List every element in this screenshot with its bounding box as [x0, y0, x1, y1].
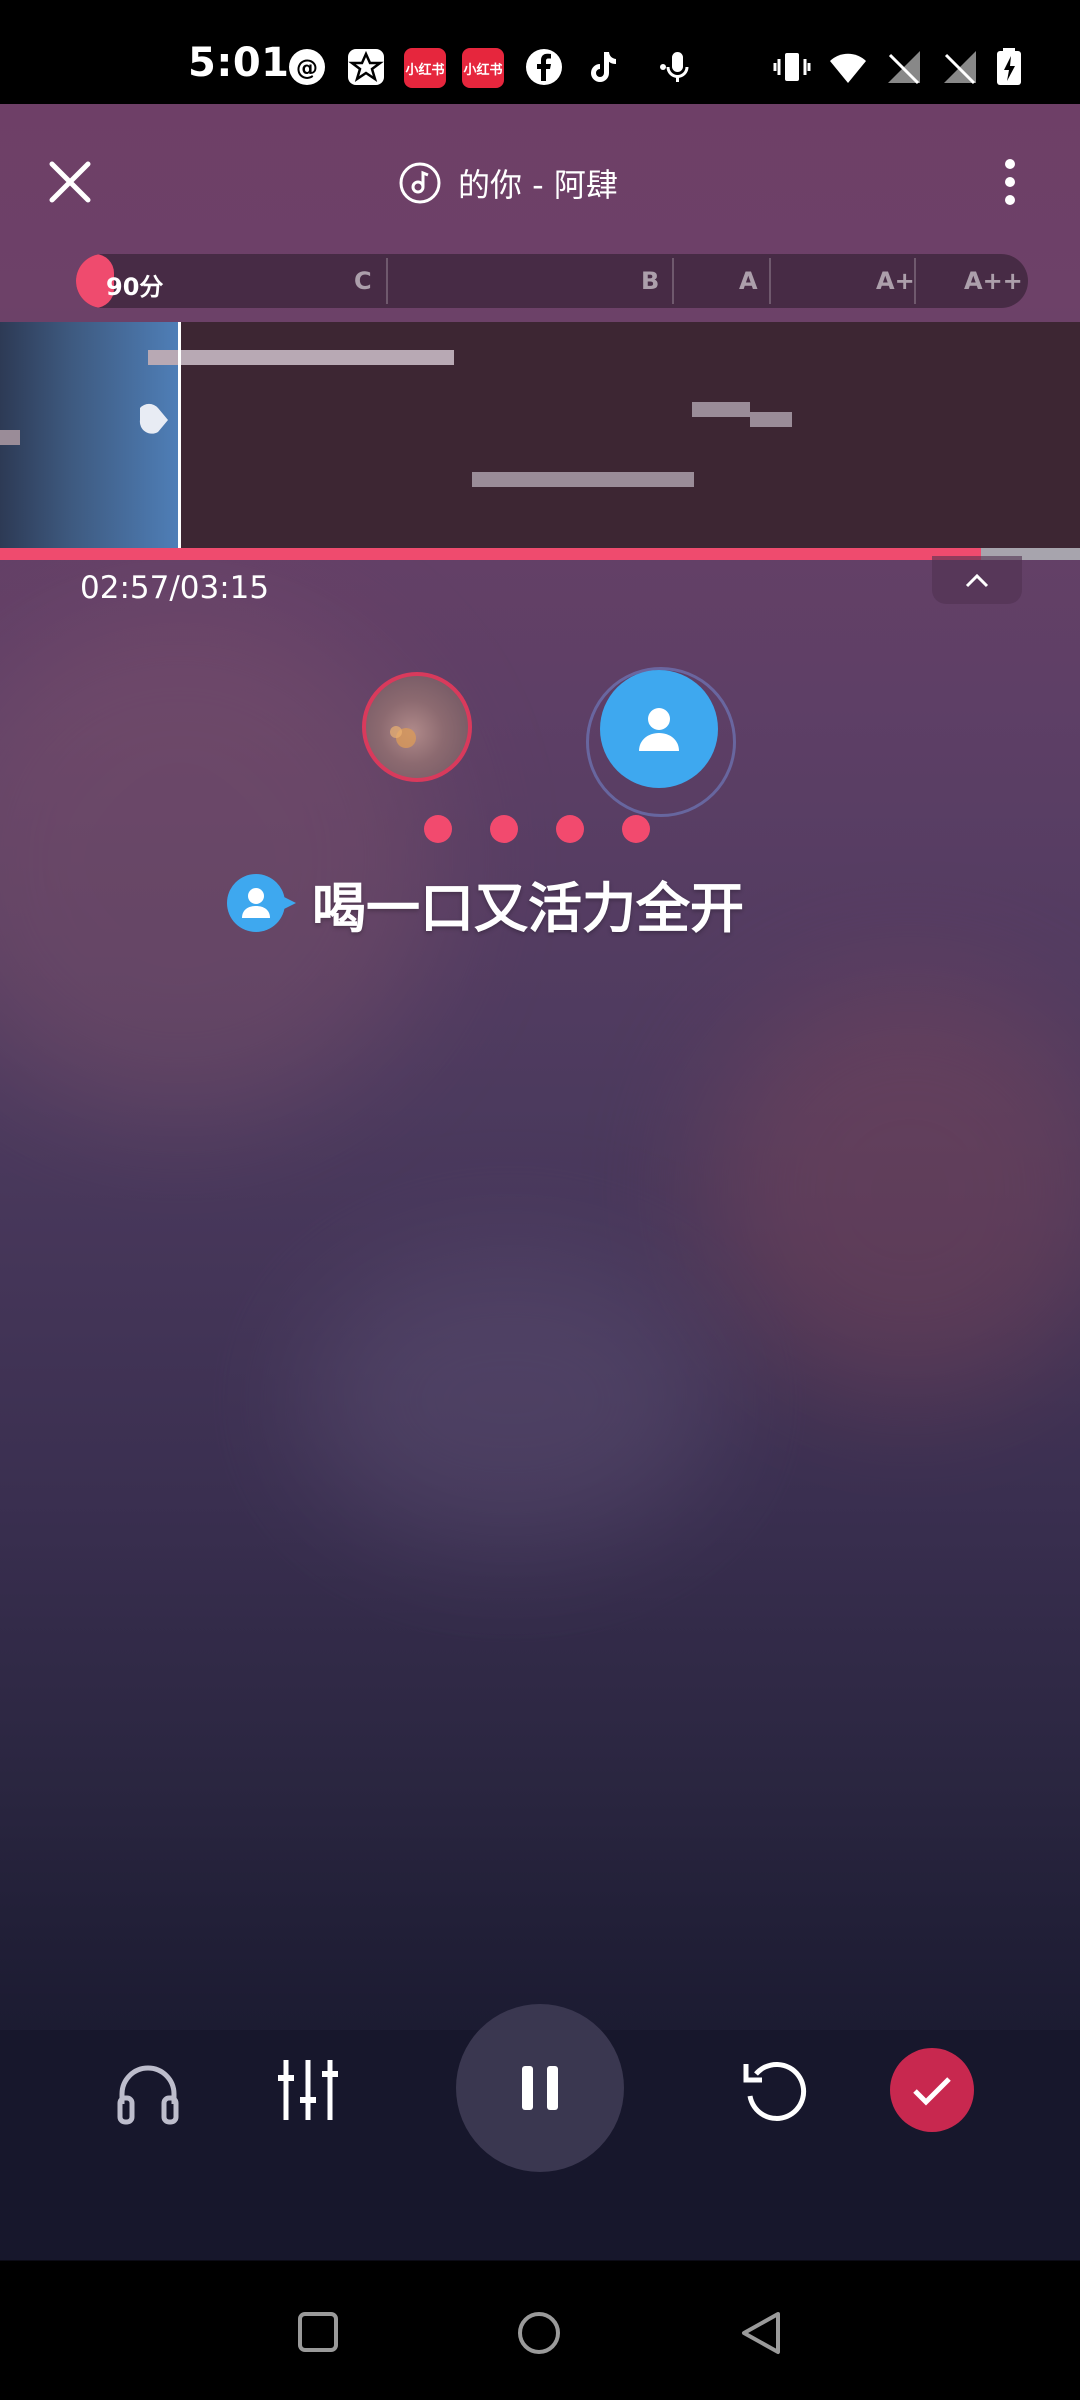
tiktok-icon	[591, 52, 616, 82]
vibrate-icon	[773, 53, 811, 81]
pitch-note	[692, 402, 750, 417]
song-title: 的你 - 阿肆	[458, 166, 618, 204]
threads-icon: @	[289, 49, 325, 85]
svg-text:@: @	[296, 56, 318, 81]
xiaohongshu-icon: 小红书	[404, 48, 446, 88]
score-value: 90分	[106, 273, 164, 301]
pitch-cursor-icon	[139, 403, 168, 434]
status-time: 5:01	[188, 40, 290, 86]
countdown-dot	[556, 815, 584, 843]
song-progress-fill	[0, 548, 981, 560]
grade-b: B	[641, 267, 660, 295]
playback-time: 02:57/03:15	[80, 570, 270, 606]
avatar-image	[390, 726, 416, 748]
song-progress-bar[interactable]	[0, 548, 1080, 560]
xiaohongshu-icon-2: 小红书	[462, 48, 504, 88]
countdown-dot	[490, 815, 518, 843]
finish-button[interactable]	[890, 2048, 974, 2132]
pause-button[interactable]	[456, 2004, 624, 2172]
grade-divider	[672, 258, 674, 304]
chevron-up-icon	[965, 573, 989, 588]
countdown-dots	[424, 815, 650, 843]
status-bar: 5:01 @ 小红书 小红书	[0, 0, 1080, 104]
pitch-note	[472, 472, 694, 487]
system-nav-bar	[0, 2262, 1080, 2400]
grade-c: C	[354, 267, 372, 295]
grade-divider	[914, 258, 916, 304]
lyric-line: 喝一口又活力全开	[226, 868, 744, 940]
signal-icon-2	[944, 51, 976, 85]
grade-divider	[769, 258, 771, 304]
score-bar: 90分 C B A A+ A++	[76, 254, 1028, 308]
headphones-icon[interactable]	[112, 2056, 184, 2128]
grade-a: A	[739, 267, 758, 295]
song-title-bar: 的你 - 阿肆	[398, 158, 618, 208]
equalizer-icon[interactable]	[272, 2054, 344, 2126]
facebook-icon	[526, 49, 562, 85]
countdown-dot	[424, 815, 452, 843]
restart-icon[interactable]	[736, 2054, 812, 2130]
partner-avatar	[600, 670, 718, 788]
back-icon[interactable]	[738, 2310, 784, 2356]
grade-divider	[386, 258, 388, 304]
check-icon	[913, 2077, 951, 2106]
signal-icon	[888, 51, 920, 85]
collapse-button[interactable]	[932, 556, 1022, 604]
countdown-dot	[622, 815, 650, 843]
karaoke-screen: 5:01 @ 小红书 小红书 的你 - 阿肆 90分 C B A A+ A++ …	[0, 0, 1080, 2400]
lyric-text: 喝一口又活力全开	[312, 876, 744, 940]
wifi-icon	[830, 53, 866, 83]
pitch-playhead	[178, 322, 181, 548]
user-icon	[639, 708, 679, 751]
star-icon	[348, 49, 384, 85]
singer-marker-icon	[227, 874, 296, 932]
close-icon[interactable]	[40, 152, 100, 212]
pitch-note	[750, 412, 792, 427]
pitch-note	[0, 430, 20, 445]
grade-a-plus-plus: A++	[964, 267, 1023, 295]
music-disc-icon	[399, 162, 441, 204]
recents-icon[interactable]	[296, 2310, 340, 2354]
pitch-note	[148, 350, 454, 365]
my-avatar	[362, 672, 472, 782]
pause-icon	[522, 2066, 558, 2110]
more-vertical-icon[interactable]	[990, 152, 1030, 212]
home-icon[interactable]	[516, 2310, 562, 2356]
battery-charging-icon	[997, 48, 1021, 85]
grade-a-plus: A+	[876, 267, 915, 295]
microphone-icon	[660, 52, 689, 82]
